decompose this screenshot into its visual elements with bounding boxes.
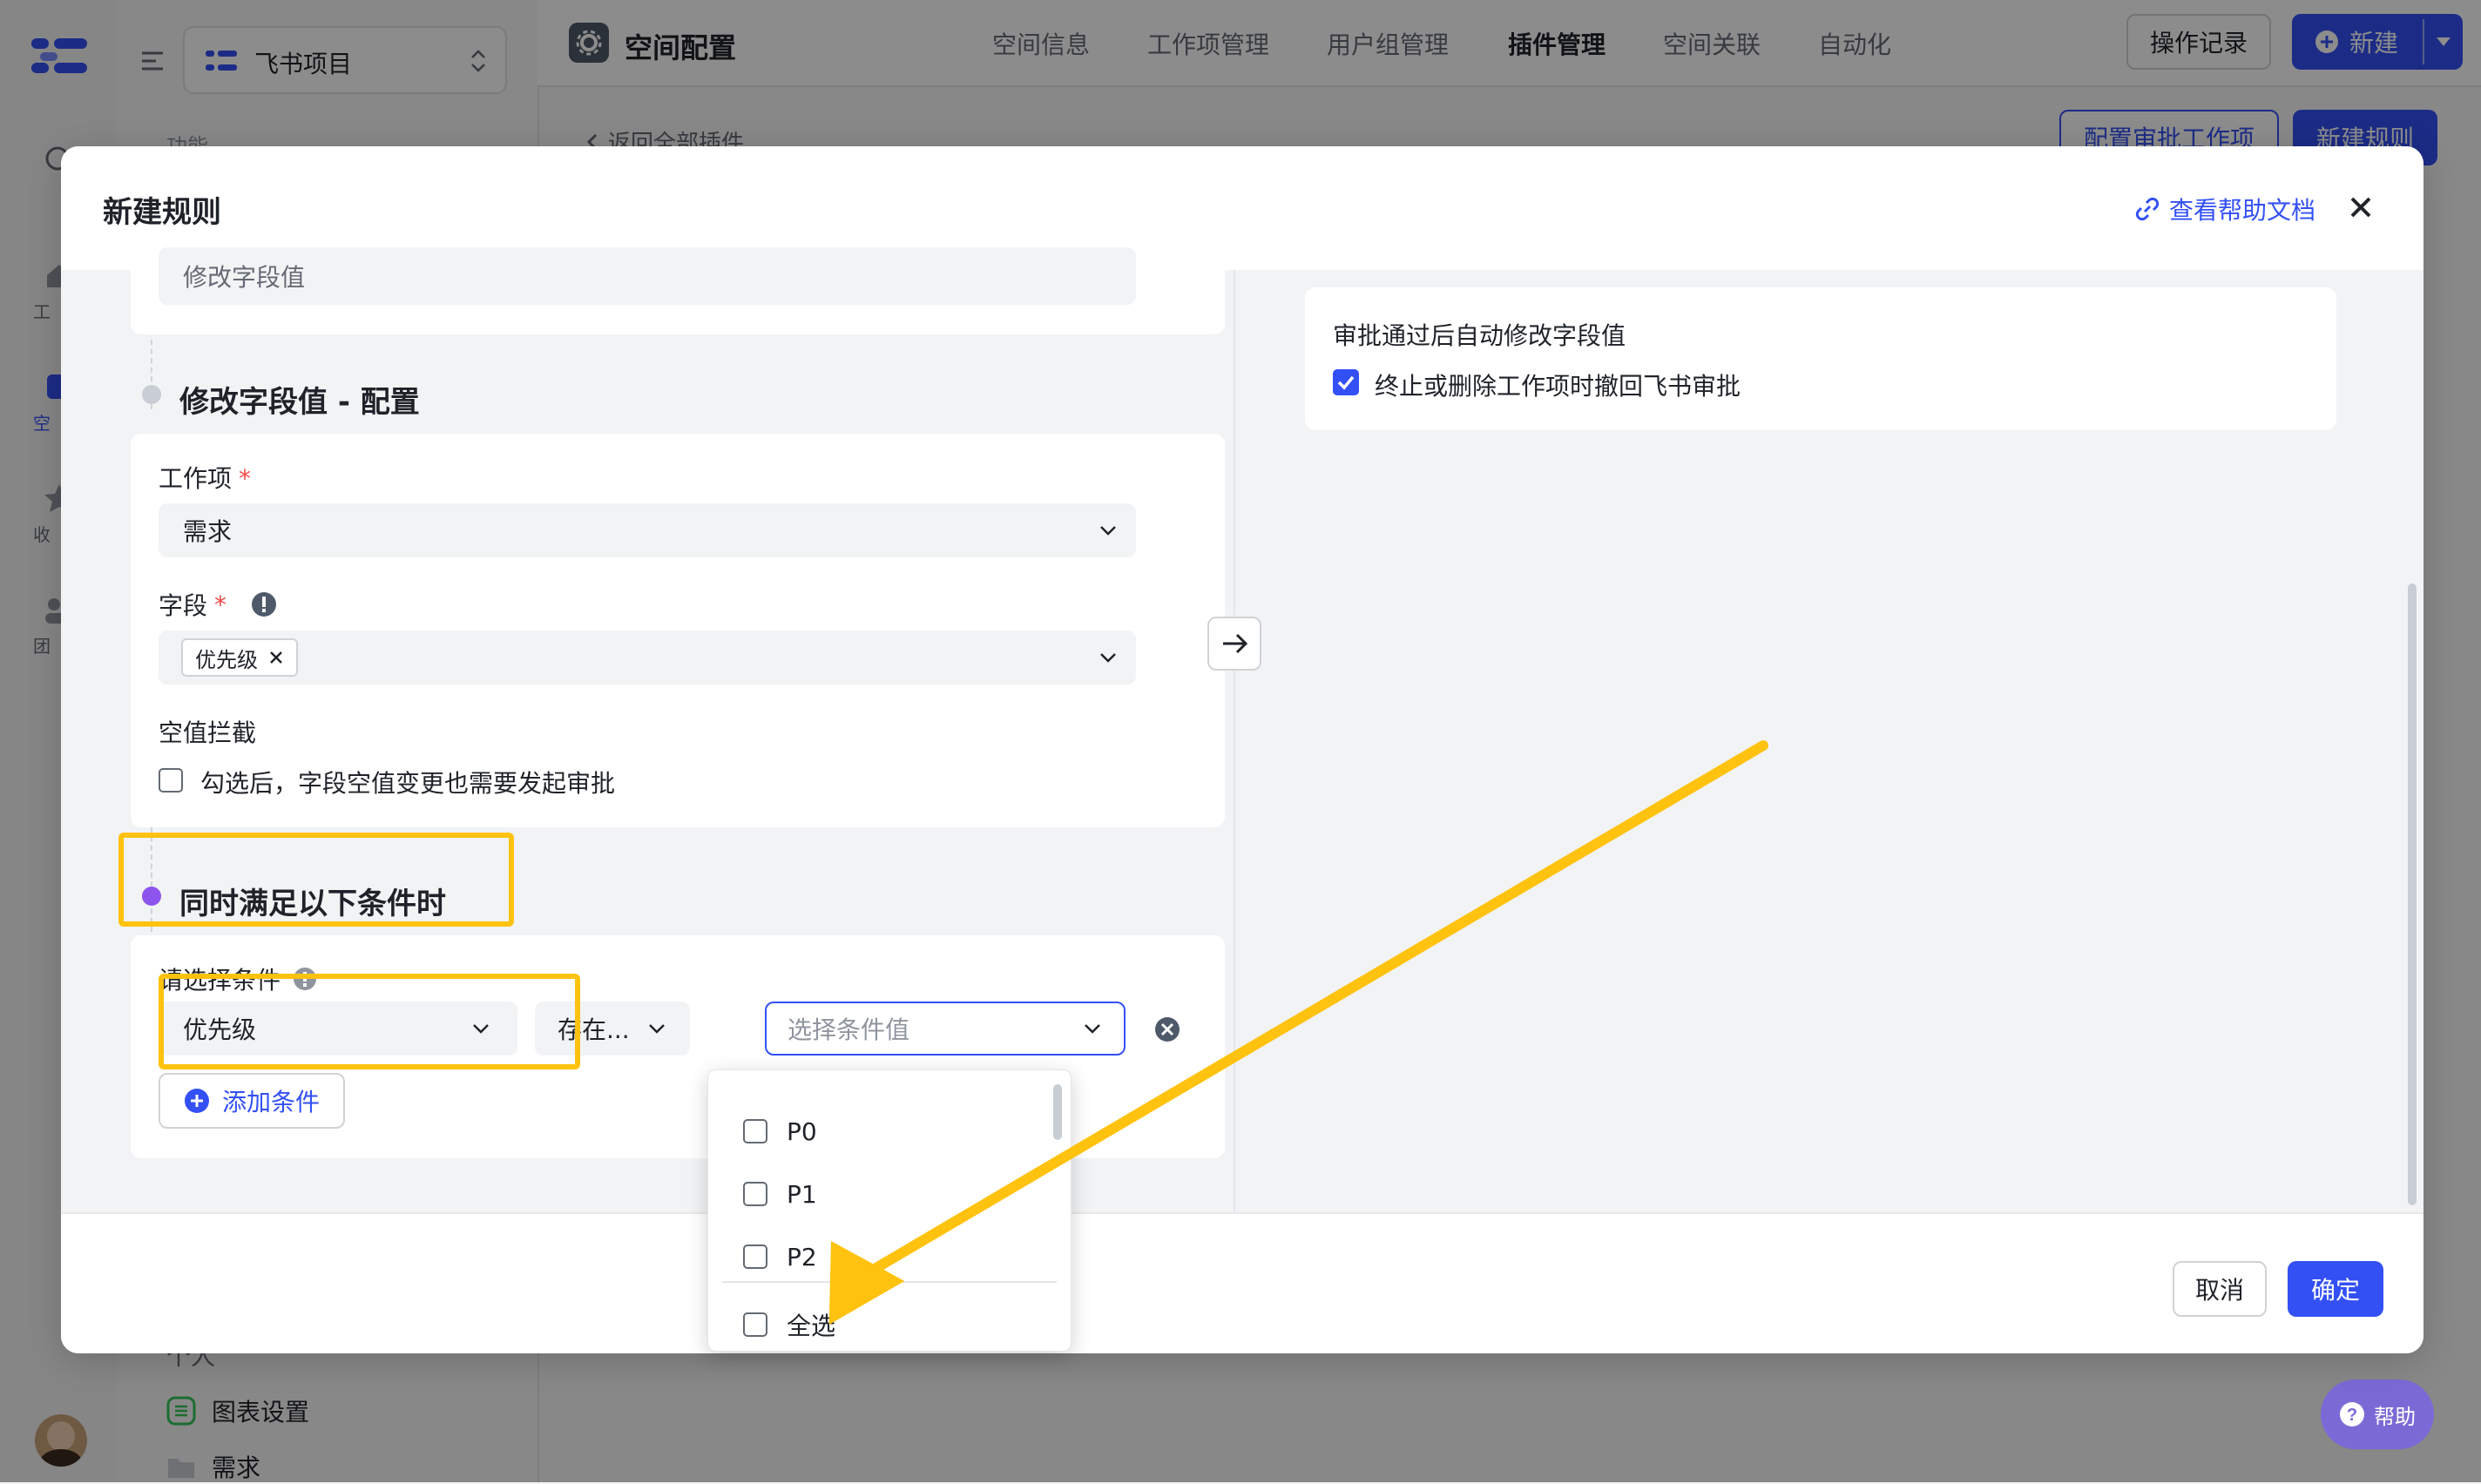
modal-footer: 取消 确定 (61, 1212, 2424, 1353)
action-type-card: 修改字段值 (131, 247, 1225, 334)
highlight-box-condition-title (118, 833, 514, 927)
empty-intercept-label: 空值拦截 (159, 718, 257, 747)
help-doc-label: 查看帮助文档 (2169, 196, 2316, 225)
help-doc-link[interactable]: 查看帮助文档 (2134, 192, 2315, 226)
column-divider (1234, 270, 1235, 1212)
arrow-right-icon (1207, 617, 1261, 671)
option-checkbox[interactable] (743, 1182, 767, 1206)
option-label: P1 (787, 1179, 817, 1209)
check-icon (1337, 375, 1355, 390)
cancel-button[interactable]: 取消 (2173, 1261, 2267, 1317)
close-icon[interactable] (2343, 190, 2378, 225)
confirm-button[interactable]: 确定 (2288, 1261, 2383, 1317)
question-icon: ? (2340, 1402, 2364, 1427)
right-panel-card: 审批通过后自动修改字段值 终止或删除工作项时撤回飞书审批 (1305, 287, 2336, 430)
option-checkbox[interactable] (743, 1245, 767, 1269)
timeline-dot (142, 385, 161, 404)
action-type-select[interactable]: 修改字段值 (159, 247, 1136, 305)
option-label: P0 (787, 1116, 817, 1146)
link-icon (2135, 197, 2160, 221)
option-label: 全选 (787, 1312, 836, 1340)
info-icon[interactable] (251, 591, 277, 617)
dropdown-option-p2[interactable]: P2 (743, 1239, 817, 1274)
config-section-title: 修改字段值 - 配置 (179, 385, 420, 420)
modal-title: 新建规则 (103, 195, 221, 230)
empty-intercept-text: 勾选后，字段空值变更也需要发起审批 (200, 769, 616, 798)
add-condition-button[interactable]: 添加条件 (159, 1073, 345, 1129)
config-card: 工作项 * 需求 字段 * 优先级 空值拦截 勾选后，字段空值变更也需要发起审批 (131, 434, 1225, 827)
remove-tag-icon[interactable] (268, 650, 284, 665)
field-select[interactable]: 优先级 (159, 631, 1136, 685)
option-checkbox[interactable] (743, 1119, 767, 1143)
recall-approval-text: 终止或删除工作项时撤回飞书审批 (1375, 372, 1741, 401)
condition-value-placeholder: 选择条件值 (788, 1015, 910, 1044)
chevron-down-icon (1085, 1024, 1100, 1034)
option-checkbox[interactable] (743, 1312, 767, 1337)
chevron-down-icon (649, 1024, 665, 1034)
empty-intercept-checkbox[interactable] (159, 768, 183, 793)
dropdown-divider (722, 1281, 1057, 1283)
field-tag-label: 优先级 (195, 647, 258, 672)
floating-help-button[interactable]: ? 帮助 (2321, 1379, 2434, 1449)
work-item-label: 工作项 * (159, 464, 252, 493)
work-item-value: 需求 (183, 517, 233, 546)
option-label: P2 (787, 1242, 817, 1272)
dropdown-option-select-all[interactable]: 全选 (743, 1307, 835, 1342)
scrollbar[interactable] (2408, 583, 2417, 1205)
modal-body: 修改字段值 修改字段值 - 配置 工作项 * 需求 字段 * 优先级 空值拦截 … (61, 247, 2424, 1212)
dropdown-option-p0[interactable]: P0 (743, 1114, 817, 1149)
new-rule-modal: 新建规则 查看帮助文档 修改字段值 修改字段值 - 配置 工作项 * 需求 字段 * (61, 146, 2424, 1353)
field-tag: 优先级 (181, 638, 298, 677)
remove-condition-icon[interactable] (1153, 1015, 1181, 1043)
chevron-down-icon (1100, 526, 1116, 536)
plus-circle-icon (184, 1089, 209, 1113)
recall-approval-checkbox[interactable] (1333, 369, 1359, 395)
condition-value-select[interactable]: 选择条件值 (765, 1002, 1126, 1056)
work-item-select[interactable]: 需求 (159, 503, 1136, 557)
svg-text:?: ? (2347, 1406, 2357, 1425)
right-panel-title: 审批通过后自动修改字段值 (1333, 321, 1626, 350)
floating-help-label: 帮助 (2374, 1404, 2416, 1429)
add-condition-label: 添加条件 (221, 1088, 320, 1116)
dropdown-option-p1[interactable]: P1 (743, 1177, 817, 1211)
highlight-box-condition-field (159, 974, 580, 1069)
condition-value-dropdown: P0 P1 P2 全选 (707, 1069, 1071, 1352)
field-label: 字段 * (159, 587, 277, 622)
dropdown-scrollbar[interactable] (1053, 1084, 1062, 1140)
chevron-down-icon (1100, 653, 1116, 663)
action-type-value: 修改字段值 (183, 263, 306, 292)
